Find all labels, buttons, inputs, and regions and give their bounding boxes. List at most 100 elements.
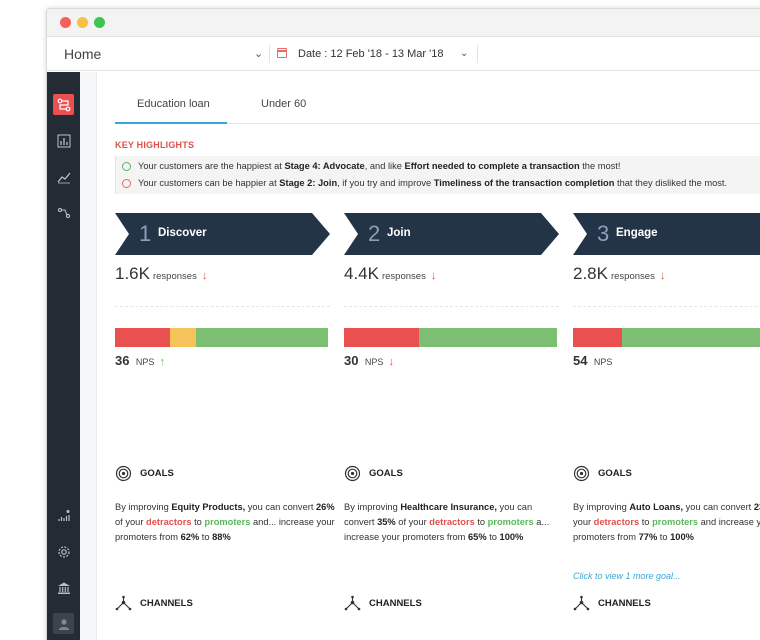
text: Effort needed to complete a transaction (404, 161, 580, 171)
goals-label: GOALS (140, 468, 174, 479)
nps-label: NPS (135, 357, 155, 367)
text: to (191, 517, 205, 527)
responses: 4.4K responses ↓ (344, 264, 436, 284)
user-avatar-icon[interactable] (53, 613, 74, 634)
tab-bar: Education loan Under 60 (115, 88, 760, 124)
key-highlights-title: KEY HIGHLIGHTS (115, 140, 195, 150)
stage-number: 2 (368, 221, 381, 246)
responses-label: responses (610, 271, 655, 282)
channels-label: CHANNELS (369, 598, 422, 609)
nps-score: 36 NPS ↑ (115, 352, 165, 370)
text: Auto Loans, (629, 502, 684, 512)
title-bar (47, 9, 760, 37)
promoter-segment (418, 328, 557, 347)
text: a... (533, 517, 550, 527)
goals-label: GOALS (369, 468, 403, 479)
detractor-segment (115, 328, 171, 347)
tab-education-loan[interactable]: Education loan (137, 98, 210, 110)
nps-value: 54 (573, 353, 588, 368)
stage-name[interactable]: Discover (158, 227, 207, 239)
signal-settings-icon[interactable] (53, 505, 74, 526)
text: detractors (146, 517, 192, 527)
journey-icon[interactable] (53, 94, 74, 115)
text: detractors (429, 517, 475, 527)
arrow-down-icon: ↓ (659, 270, 666, 282)
trend-line-icon[interactable] (53, 166, 74, 187)
bank-icon[interactable] (53, 577, 74, 598)
highlight-happy-text: Your customers are the happiest at Stage… (138, 161, 620, 171)
stage-name[interactable]: Join (387, 227, 411, 239)
chevron-down-icon[interactable]: ⌄ (254, 47, 263, 60)
text: Timeliness of the transaction completion (433, 178, 615, 188)
highlight-sad-text: Your customers can be happier at Stage 2… (138, 178, 727, 188)
text: promoters (204, 517, 251, 527)
text: By improving (115, 502, 172, 512)
date-range-selector[interactable]: Date : 12 Feb '18 - 13 Mar '18 (298, 48, 443, 60)
nps-value: 36 (115, 353, 130, 368)
minimize-window-button[interactable] (77, 17, 88, 28)
view-more-goals-link[interactable]: Click to view 1 more goal... (573, 571, 681, 581)
text: you can convert (245, 502, 317, 512)
arrow-up-icon: ↑ (159, 356, 165, 368)
home-dropdown-label[interactable]: Home (64, 46, 101, 62)
responses: 2.8K responses ↓ (573, 264, 665, 284)
text: promoters (487, 517, 534, 527)
content-viewport: Education loan Under 60 KEY HIGHLIGHTS Y… (97, 72, 760, 640)
passive-segment (170, 328, 196, 347)
chevron-down-icon[interactable]: ⌄ (460, 48, 468, 59)
text: to (486, 532, 500, 542)
nps-distribution-bar[interactable] (115, 328, 328, 347)
text: promoters from (573, 532, 639, 542)
smiley-sad-icon (122, 179, 131, 188)
responses-count: 2.8K (573, 264, 608, 283)
nps-label: NPS (593, 357, 613, 367)
maximize-window-button[interactable] (94, 17, 105, 28)
text: increase your promoters from (344, 532, 469, 542)
stage-number: 1 (139, 221, 152, 246)
stage-name[interactable]: Engage (616, 227, 658, 239)
close-window-button[interactable] (60, 17, 71, 28)
channels-label: CHANNELS (140, 598, 193, 609)
text: 100% (499, 532, 524, 542)
goal-text: By improving Healthcare Insurance, you c… (344, 500, 564, 545)
text: 35% (377, 517, 396, 527)
responses: 1.6K responses ↓ (115, 264, 207, 284)
text: of your (395, 517, 430, 527)
main-content: Education loan Under 60 KEY HIGHLIGHTS Y… (97, 72, 760, 640)
nps-label: NPS (364, 357, 384, 367)
divider (344, 306, 559, 307)
text: By improving (573, 502, 630, 512)
stage-number: 3 (597, 221, 610, 246)
text: 26% (316, 502, 335, 512)
text: to (657, 532, 671, 542)
smiley-happy-icon (122, 162, 131, 171)
calendar-icon[interactable] (277, 48, 287, 58)
text: , and like (364, 161, 405, 171)
text: By improving (344, 502, 401, 512)
promoter-segment (195, 328, 328, 347)
text: to (474, 517, 488, 527)
text: that they disliked the most. (614, 178, 728, 188)
nps-value: 30 (344, 353, 359, 368)
text: 65% (468, 532, 487, 542)
flow-icon[interactable] (53, 202, 74, 223)
text: the most! (579, 161, 621, 171)
bar-chart-icon[interactable] (53, 130, 74, 151)
responses-label: responses (381, 271, 426, 282)
responses-count: 1.6K (115, 264, 150, 283)
tab-under-60[interactable]: Under 60 (261, 98, 306, 110)
divider (115, 306, 330, 307)
text: 23% (753, 502, 760, 512)
channels-icon (344, 595, 361, 611)
channels-icon (573, 595, 590, 611)
divider (269, 45, 270, 63)
nps-distribution-bar[interactable] (573, 328, 760, 347)
key-highlights-box: Your customers are the happiest at Stage… (115, 156, 760, 194)
channels-label: CHANNELS (598, 598, 651, 609)
text: Your customers can be happier at (138, 178, 280, 188)
settings-gear-icon[interactable] (53, 541, 74, 562)
responses-label: responses (152, 271, 197, 282)
nps-distribution-bar[interactable] (344, 328, 557, 347)
channels-icon (115, 595, 132, 611)
text: 77% (638, 532, 658, 542)
